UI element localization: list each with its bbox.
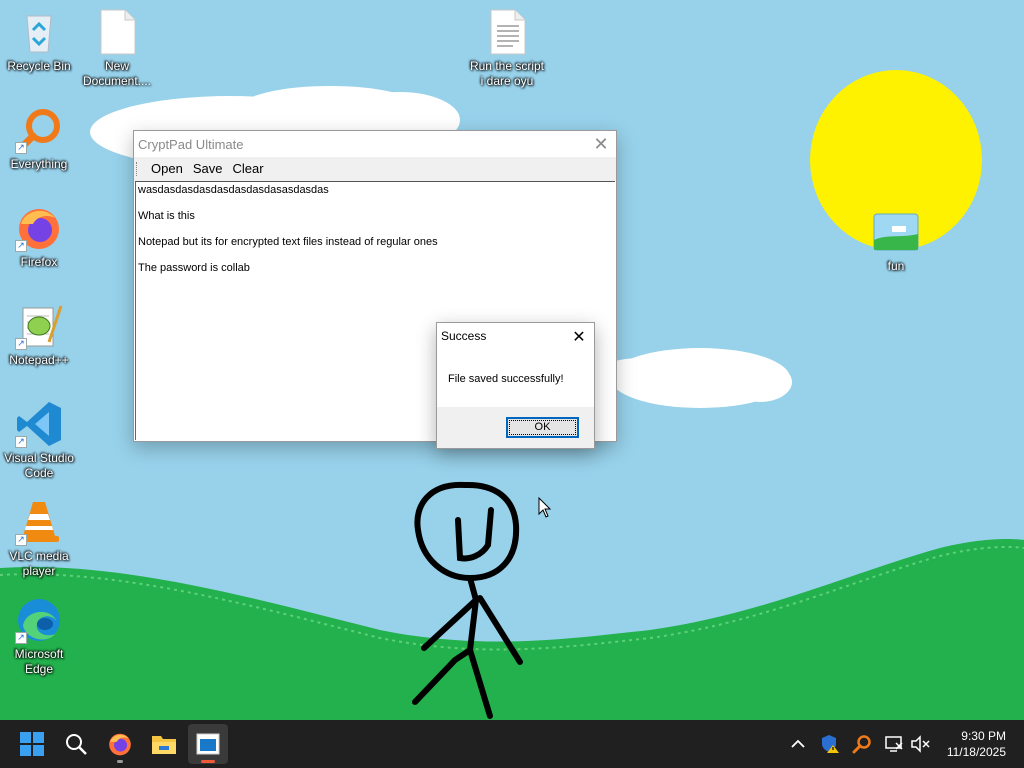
taskbar: 9:30 PM 11/18/2025 [0,720,1024,768]
desktop-icon-label: New Document.... [82,59,152,88]
dialog-title: Success [441,329,487,343]
taskbar-file-explorer[interactable] [144,724,184,764]
defender-warning-icon[interactable] [818,732,842,756]
shortcut-arrow-icon: ↗ [15,632,27,644]
chevron-up-icon[interactable] [786,732,810,756]
mouse-cursor-icon [538,497,552,518]
system-clock[interactable]: 9:30 PM 11/18/2025 [947,728,1006,760]
desktop-icon-label: fun [887,259,905,273]
dialog-body: File saved successfully! [437,349,594,407]
recycle-bin-icon [15,8,63,56]
dialog-message: File saved successfully! [448,373,564,385]
desktop-icon-edge[interactable]: ↗ Microsoft Edge [1,596,77,677]
everything-tray-icon[interactable] [850,732,874,756]
document-icon [93,8,141,56]
desktop-icon-label: Visual Studio Code [4,451,74,480]
folder-icon [152,736,176,754]
volume-muted-icon[interactable] [908,732,932,756]
taskbar-firefox[interactable] [100,724,140,764]
shortcut-arrow-icon: ↗ [15,338,27,350]
desktop-icon-fun[interactable]: fun [858,208,934,274]
notepadpp-icon: ↗ [15,302,63,350]
desktop-icon-label: Everything [10,157,68,171]
running-indicator [117,760,123,763]
desktop-icon-label: Run the script i dare oyu [469,59,545,88]
shortcut-arrow-icon: ↗ [15,240,27,252]
editor-line: wasdasdasdasdasdasdasdasasdasdas [138,184,329,196]
toolbar-grip[interactable] [136,162,140,176]
desktop-icon-label: Microsoft Edge [14,647,64,676]
close-icon[interactable]: ✕ [564,323,594,349]
ok-button[interactable]: OK [506,417,579,438]
success-dialog[interactable]: Success ✕ File saved successfully! OK [436,322,595,449]
firefox-icon: ↗ [15,204,63,252]
firefox-icon [109,733,131,756]
menu-bar: Open Save Clear [134,157,616,181]
desktop-icon-label: Notepad++ [9,353,69,367]
windows-logo-icon [20,732,44,756]
app-window-icon [196,733,220,755]
editor-line: What is this [138,210,195,222]
edge-icon: ↗ [15,596,63,644]
desktop-icon-vlc[interactable]: ↗ VLC media player [1,498,77,579]
menu-open[interactable]: Open [146,158,188,180]
script-file-icon [483,8,531,56]
taskbar-cryptpad[interactable] [188,724,228,764]
active-indicator [201,760,215,763]
desktop-icon-label: Recycle Bin [7,59,71,73]
desktop-icon-recycle-bin[interactable]: Recycle Bin [1,8,77,74]
shortcut-arrow-icon: ↗ [15,436,27,448]
vscode-icon: ↗ [15,400,63,448]
shortcut-arrow-icon: ↗ [15,142,27,154]
window-titlebar[interactable]: CryptPad Ultimate ✕ [134,131,616,157]
image-file-icon [872,208,920,256]
editor-line: Notepad but its for encrypted text files… [138,236,438,248]
menu-clear[interactable]: Clear [227,158,268,180]
window-title: CryptPad Ultimate [138,136,244,152]
search-button[interactable] [56,724,96,764]
network-icon[interactable] [882,732,906,756]
desktop-icon-vscode[interactable]: ↗ Visual Studio Code [1,400,77,481]
clock-date: 11/18/2025 [946,745,1006,759]
search-icon [66,734,87,755]
desktop-icon-run-script[interactable]: Run the script i dare oyu [468,8,546,89]
desktop-icon-everything[interactable]: ↗ Everything [1,106,77,172]
editor-line: The password is collab [138,262,250,274]
menu-save[interactable]: Save [188,158,228,180]
dialog-titlebar[interactable]: Success ✕ [437,323,594,349]
desktop-icon-new-document[interactable]: New Document.... [79,8,155,89]
dialog-footer: OK [437,407,594,448]
shortcut-arrow-icon: ↗ [15,534,27,546]
clock-time: 9:30 PM [961,729,1006,743]
close-icon[interactable]: ✕ [586,131,616,157]
desktop-icon-label: Firefox [20,255,58,269]
desktop-icon-firefox[interactable]: ↗ Firefox [1,204,77,270]
start-button[interactable] [12,724,52,764]
vlc-icon: ↗ [15,498,63,546]
everything-search-icon: ↗ [15,106,63,154]
desktop-icon-label: VLC media player [9,549,69,578]
desktop-icon-notepadpp[interactable]: ↗ Notepad++ [1,302,77,368]
